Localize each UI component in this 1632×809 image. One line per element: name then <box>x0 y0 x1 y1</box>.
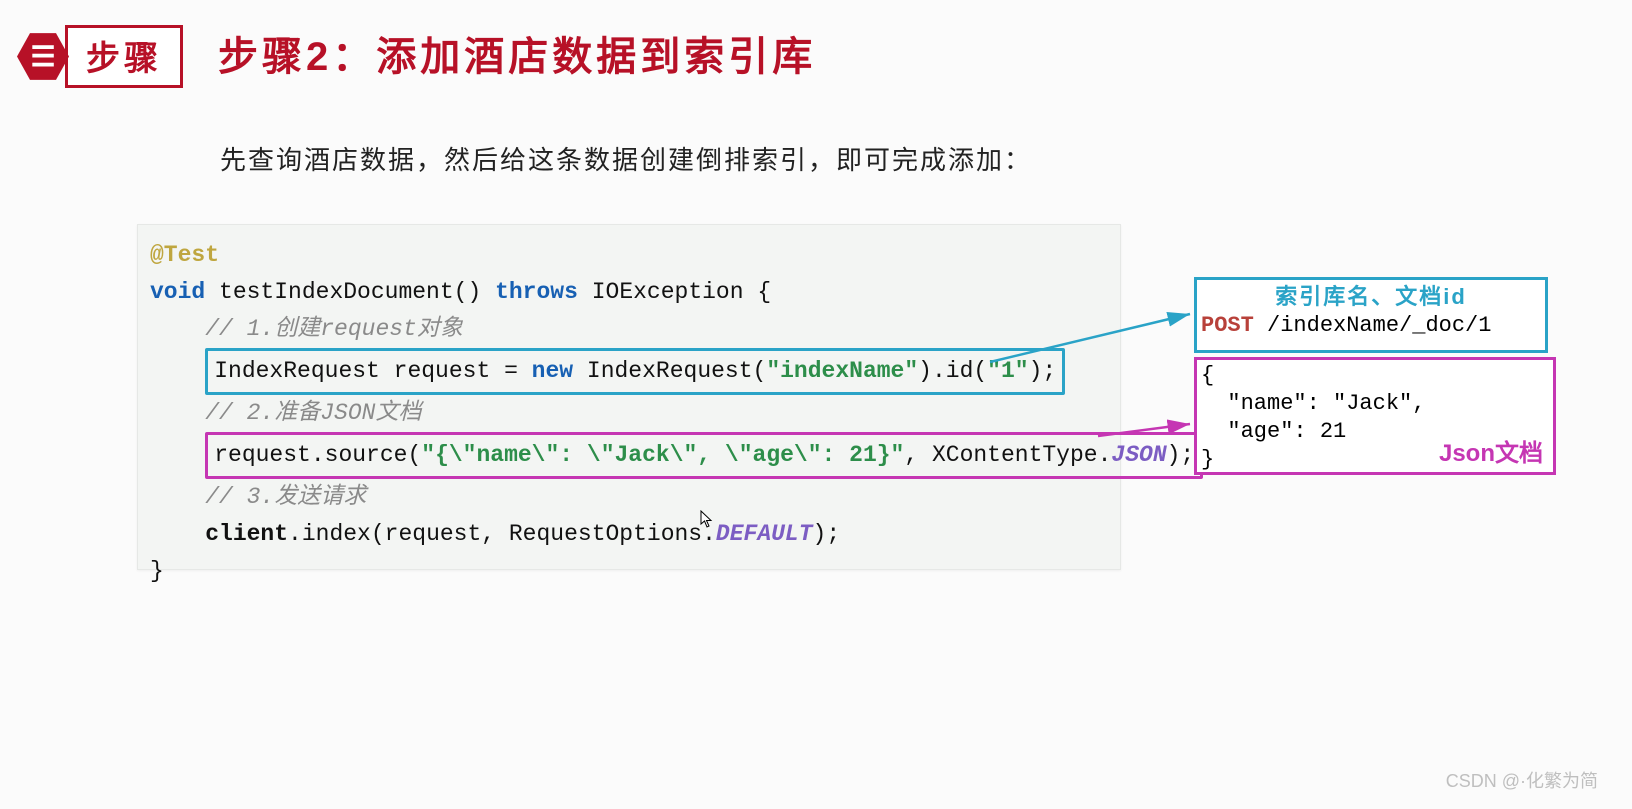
l3c: ); <box>813 521 841 547</box>
callout-index-label: 索引库名、文档id <box>1197 283 1545 311</box>
l1b: IndexRequest( <box>573 358 766 384</box>
badge-glyph: ☰ <box>30 40 55 73</box>
mouse-cursor-icon <box>700 510 714 533</box>
page-title: 步骤2：添加酒店数据到索引库 <box>218 24 816 82</box>
l2-json: JSON <box>1111 442 1166 468</box>
comment-1: // 1.创建request对象 <box>205 316 463 342</box>
callout-index: 索引库名、文档id POST /indexName/_doc/1 <box>1194 277 1548 353</box>
l1-str1: "indexName" <box>766 358 918 384</box>
json-l2: "name": "Jack", <box>1201 390 1549 418</box>
fn-sig: testIndexDocument() <box>205 279 495 305</box>
subtitle: 先查询酒店数据，然后给这条数据创建倒排索引，即可完成添加： <box>220 140 1032 177</box>
kw-void: void <box>150 279 205 305</box>
header-badge: ☰ 步骤 <box>17 25 183 88</box>
l1-new: new <box>532 358 573 384</box>
l2c: ); <box>1167 442 1195 468</box>
l1-str2: "1" <box>987 358 1028 384</box>
l3a: client <box>205 521 288 547</box>
callout-json: { "name": "Jack", "age": 21 } Json文档 <box>1194 357 1556 475</box>
l1d: ); <box>1029 358 1057 384</box>
l1a: IndexRequest request = <box>214 358 531 384</box>
code-annotation: @Test <box>150 242 219 268</box>
l3b: .index(request, RequestOptions. <box>288 521 716 547</box>
callout-json-label: Json文档 <box>1439 440 1543 468</box>
json-l1: { <box>1201 362 1549 390</box>
kw-throws: throws <box>495 279 578 305</box>
highlight-line-2: request.source("{\"name\": \"Jack\", \"a… <box>205 432 1203 479</box>
watermark: CSDN @·化繁为简 <box>1446 767 1598 793</box>
http-method: POST <box>1201 313 1254 338</box>
l2-str: "{\"name\": \"Jack\", \"age\": 21}" <box>421 442 904 468</box>
l2a: request.source( <box>214 442 421 468</box>
l3-default: DEFAULT <box>716 521 813 547</box>
comment-3: // 3.发送请求 <box>205 484 366 510</box>
l2b: , XContentType. <box>904 442 1111 468</box>
http-path: /indexName/_doc/1 <box>1254 313 1492 338</box>
l1c: ).id( <box>918 358 987 384</box>
comment-2: // 2.准备JSON文档 <box>205 400 421 426</box>
code-close: } <box>150 558 164 584</box>
code-block: @Test void testIndexDocument() throws IO… <box>137 224 1121 570</box>
highlight-line-1: IndexRequest request = new IndexRequest(… <box>205 348 1065 395</box>
step-label: 步骤 <box>65 25 183 88</box>
hex-icon: ☰ <box>17 31 69 83</box>
throws-type: IOException { <box>578 279 771 305</box>
